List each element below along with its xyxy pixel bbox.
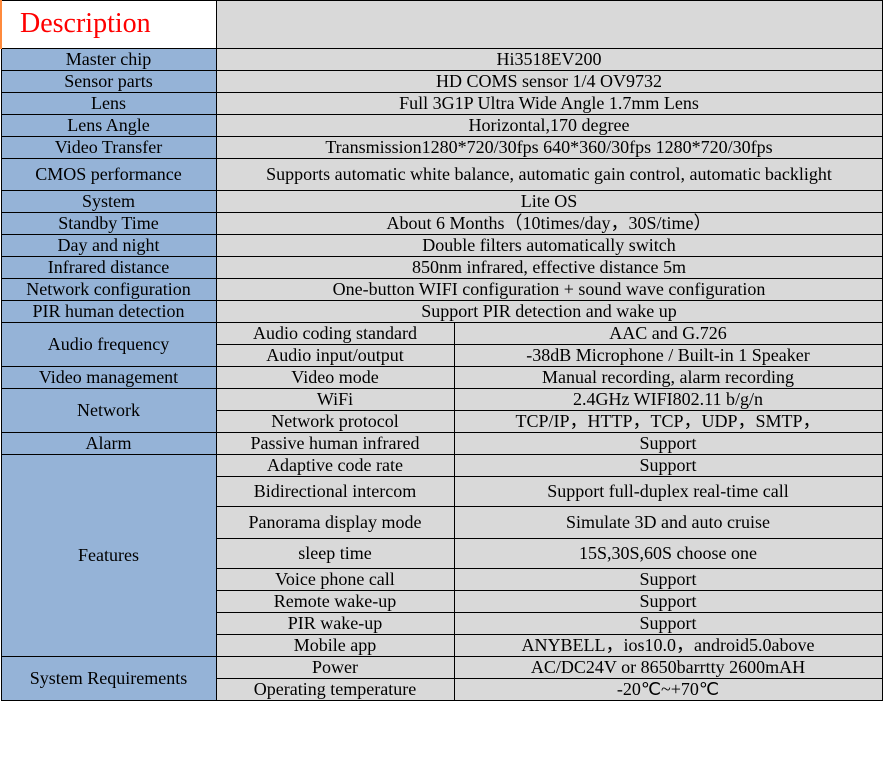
- val-sleep: 15S,30S,60S choose one: [454, 539, 882, 569]
- label-pir: PIR human detection: [1, 301, 216, 323]
- label-day-night: Day and night: [1, 235, 216, 257]
- value-standby: About 6 Months（10times/day，30S/time）: [216, 213, 882, 235]
- value-master-chip: Hi3518EV200: [216, 49, 882, 71]
- row-network-1: Network WiFi 2.4GHz WIFI802.11 b/g/n: [1, 389, 882, 411]
- value-cmos: Supports automatic white balance, automa…: [216, 159, 882, 191]
- label-sensor: Sensor parts: [1, 71, 216, 93]
- sub-voice-call: Voice phone call: [216, 569, 454, 591]
- spec-table: Description Master chip Hi3518EV200 Sens…: [0, 0, 883, 701]
- label-standby: Standby Time: [1, 213, 216, 235]
- sub-mobile-app: Mobile app: [216, 635, 454, 657]
- row-ir-distance: Infrared distance 850nm infrared, effect…: [1, 257, 882, 279]
- header-row: Description: [1, 1, 882, 49]
- row-standby: Standby Time About 6 Months（10times/day，…: [1, 213, 882, 235]
- value-lens-angle: Horizontal,170 degree: [216, 115, 882, 137]
- val-protocol: TCP/IP，HTTP，TCP，UDP，SMTP，: [454, 411, 882, 433]
- val-power: AC/DC24V or 8650barrtty 2600mAH: [454, 657, 882, 679]
- value-sensor: HD COMS sensor 1/4 OV9732: [216, 71, 882, 93]
- label-alarm: Alarm: [1, 433, 216, 455]
- row-audio-1: Audio frequency Audio coding standard AA…: [1, 323, 882, 345]
- sub-power: Power: [216, 657, 454, 679]
- sub-protocol: Network protocol: [216, 411, 454, 433]
- value-ir-distance: 850nm infrared, effective distance 5m: [216, 257, 882, 279]
- row-pir: PIR human detection Support PIR detectio…: [1, 301, 882, 323]
- label-cmos: CMOS performance: [1, 159, 216, 191]
- label-video-transfer: Video Transfer: [1, 137, 216, 159]
- value-video-transfer: Transmission1280*720/30fps 640*360/30fps…: [216, 137, 882, 159]
- sub-panorama: Panorama display mode: [216, 507, 454, 539]
- val-alarm: Support: [454, 433, 882, 455]
- sub-intercom: Bidirectional intercom: [216, 477, 454, 507]
- sub-sleep: sleep time: [216, 539, 454, 569]
- sub-video-mode: Video mode: [216, 367, 454, 389]
- sub-adaptive-rate: Adaptive code rate: [216, 455, 454, 477]
- label-audio: Audio frequency: [1, 323, 216, 367]
- row-sysreq-1: System Requirements Power AC/DC24V or 86…: [1, 657, 882, 679]
- label-network: Network: [1, 389, 216, 433]
- value-day-night: Double filters automatically switch: [216, 235, 882, 257]
- sub-op-temp: Operating temperature: [216, 679, 454, 701]
- val-op-temp: -20℃~+70℃: [454, 679, 882, 701]
- val-audio-io: -38dB Microphone / Built-in 1 Speaker: [454, 345, 882, 367]
- sub-wifi: WiFi: [216, 389, 454, 411]
- row-cmos: CMOS performance Supports automatic whit…: [1, 159, 882, 191]
- sub-audio-io: Audio input/output: [216, 345, 454, 367]
- label-net-config: Network configuration: [1, 279, 216, 301]
- header-blank: [216, 1, 882, 49]
- sub-pir-wake: PIR wake-up: [216, 613, 454, 635]
- val-wifi: 2.4GHz WIFI802.11 b/g/n: [454, 389, 882, 411]
- label-lens: Lens: [1, 93, 216, 115]
- row-lens: Lens Full 3G1P Ultra Wide Angle 1.7mm Le…: [1, 93, 882, 115]
- val-adaptive-rate: Support: [454, 455, 882, 477]
- label-features: Features: [1, 455, 216, 657]
- value-net-config: One-button WIFI configuration + sound wa…: [216, 279, 882, 301]
- row-features-1: Features Adaptive code rate Support: [1, 455, 882, 477]
- label-master-chip: Master chip: [1, 49, 216, 71]
- val-audio-coding: AAC and G.726: [454, 323, 882, 345]
- label-sysreq: System Requirements: [1, 657, 216, 701]
- value-lens: Full 3G1P Ultra Wide Angle 1.7mm Lens: [216, 93, 882, 115]
- label-video-mgmt: Video management: [1, 367, 216, 389]
- row-lens-angle: Lens Angle Horizontal,170 degree: [1, 115, 882, 137]
- val-voice-call: Support: [454, 569, 882, 591]
- row-video-mgmt: Video management Video mode Manual recor…: [1, 367, 882, 389]
- label-system: System: [1, 191, 216, 213]
- val-panorama: Simulate 3D and auto cruise: [454, 507, 882, 539]
- label-ir-distance: Infrared distance: [1, 257, 216, 279]
- row-master-chip: Master chip Hi3518EV200: [1, 49, 882, 71]
- row-net-config: Network configuration One-button WIFI co…: [1, 279, 882, 301]
- description-header: Description: [1, 1, 216, 49]
- label-lens-angle: Lens Angle: [1, 115, 216, 137]
- row-sensor: Sensor parts HD COMS sensor 1/4 OV9732: [1, 71, 882, 93]
- val-mobile-app: ANYBELL，ios10.0，android5.0above: [454, 635, 882, 657]
- sub-alarm: Passive human infrared: [216, 433, 454, 455]
- val-pir-wake: Support: [454, 613, 882, 635]
- val-intercom: Support full-duplex real-time call: [454, 477, 882, 507]
- sub-audio-coding: Audio coding standard: [216, 323, 454, 345]
- sub-remote-wake: Remote wake-up: [216, 591, 454, 613]
- row-day-night: Day and night Double filters automatical…: [1, 235, 882, 257]
- row-alarm: Alarm Passive human infrared Support: [1, 433, 882, 455]
- val-video-mode: Manual recording, alarm recording: [454, 367, 882, 389]
- row-system: System Lite OS: [1, 191, 882, 213]
- val-remote-wake: Support: [454, 591, 882, 613]
- row-video-transfer: Video Transfer Transmission1280*720/30fp…: [1, 137, 882, 159]
- value-system: Lite OS: [216, 191, 882, 213]
- value-pir: Support PIR detection and wake up: [216, 301, 882, 323]
